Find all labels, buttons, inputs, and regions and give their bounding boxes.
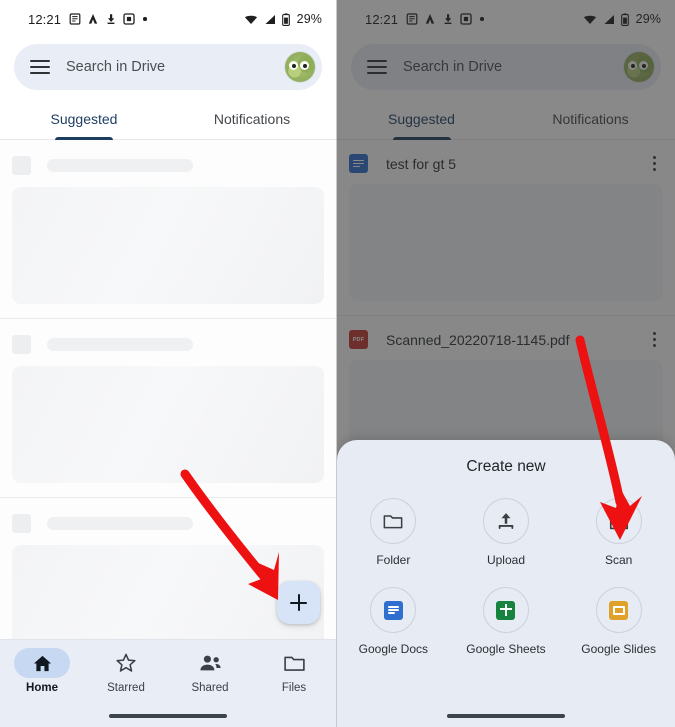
tab-notifications[interactable]: Notifications	[168, 98, 336, 139]
upload-icon	[498, 513, 514, 529]
right-phone-screen: 12:21	[337, 0, 675, 727]
list-item[interactable]	[0, 319, 336, 498]
nav-pill-shared	[182, 648, 238, 678]
nav-label-shared: Shared	[191, 682, 229, 694]
star-icon	[116, 653, 136, 672]
file-name-placeholder	[47, 159, 193, 172]
create-fab[interactable]	[277, 581, 320, 624]
google-sheets-icon	[496, 600, 516, 620]
scan-option-circle	[595, 498, 642, 544]
file-preview-placeholder	[12, 366, 324, 483]
search-bar[interactable]: Search in Drive	[14, 44, 322, 90]
google-docs-option-circle	[370, 587, 417, 633]
nav-pill-starred	[98, 648, 154, 678]
nav-label-home: Home	[26, 682, 58, 694]
folder-outline-icon	[383, 515, 403, 529]
screenshot-notification-icon	[123, 13, 135, 25]
file-name-placeholder	[47, 338, 193, 351]
create-option-label: Google Docs	[358, 642, 429, 656]
google-slides-option-circle	[595, 587, 642, 633]
left-phone-screen: 12:21 29% Search in Drive Suggested Noti…	[0, 0, 337, 727]
create-option-label: Folder	[376, 553, 411, 567]
tab-suggested[interactable]: Suggested	[0, 98, 168, 139]
create-option-label: Google Slides	[581, 642, 657, 656]
file-type-icon-placeholder	[12, 156, 31, 175]
home-icon	[33, 655, 51, 671]
create-option-folder[interactable]: Folder	[337, 498, 450, 567]
camera-scan-icon	[609, 513, 628, 529]
people-icon	[199, 655, 221, 671]
battery-percent: 29%	[296, 12, 322, 26]
create-option-upload[interactable]: Upload	[450, 498, 563, 567]
create-options-grid: Folder Upload Scan Google Docs Google Sh…	[337, 498, 675, 656]
status-bar: 12:21	[0, 0, 336, 38]
folder-icon	[283, 656, 305, 671]
create-option-google-sheets[interactable]: Google Sheets	[450, 587, 563, 656]
skeleton-header	[12, 156, 324, 175]
create-option-label: Upload	[486, 553, 525, 567]
nav-item-shared[interactable]: Shared	[168, 648, 252, 712]
google-slides-icon	[609, 600, 629, 620]
cellular-signal-icon	[264, 14, 276, 25]
file-type-icon-placeholder	[12, 335, 31, 354]
nav-label-starred: Starred	[107, 682, 145, 694]
hamburger-menu-icon[interactable]	[30, 60, 50, 74]
google-sheets-option-circle	[482, 587, 529, 633]
account-avatar[interactable]	[285, 52, 315, 82]
nav-item-files[interactable]: Files	[252, 648, 336, 712]
search-input[interactable]: Search in Drive	[66, 59, 285, 75]
create-option-label: Google Sheets	[466, 642, 546, 656]
notes-notification-icon	[69, 13, 81, 25]
tutorial-screenshot: 12:21 29% Search in Drive Suggested Noti…	[0, 0, 675, 727]
status-bar-left: 12:21	[28, 12, 147, 27]
skeleton-header	[12, 335, 324, 354]
skeleton-header	[12, 514, 324, 533]
create-option-google-docs[interactable]: Google Docs	[337, 587, 450, 656]
file-name-placeholder	[47, 517, 193, 530]
tab-bar: Suggested Notifications	[0, 98, 336, 140]
file-type-icon-placeholder	[12, 514, 31, 533]
upload-option-circle	[482, 498, 529, 544]
create-option-google-slides[interactable]: Google Slides	[562, 587, 675, 656]
gesture-navigation-bar[interactable]	[447, 714, 565, 718]
status-bar-right: 29%	[244, 12, 322, 26]
nav-label-files: Files	[281, 682, 307, 694]
create-new-sheet: Create new Folder Upload Scan Google Doc…	[337, 440, 675, 727]
google-docs-icon	[383, 600, 403, 620]
nav-item-home[interactable]: Home	[0, 648, 84, 712]
list-item[interactable]	[0, 140, 336, 319]
nav-pill-home	[14, 648, 70, 678]
gesture-navigation-bar[interactable]	[109, 714, 227, 718]
file-preview-placeholder	[12, 187, 324, 304]
battery-icon	[281, 12, 290, 26]
app-notification-icon	[87, 13, 99, 25]
search-area: Search in Drive	[0, 38, 336, 90]
status-clock: 12:21	[28, 11, 62, 27]
folder-option-circle	[370, 498, 417, 544]
overflow-dot-icon	[143, 17, 147, 21]
create-option-scan[interactable]: Scan	[562, 498, 675, 567]
download-notification-icon	[105, 13, 117, 25]
sheet-title: Create new	[466, 458, 546, 475]
wifi-icon	[244, 14, 258, 25]
plus-icon	[290, 594, 307, 611]
nav-item-starred[interactable]: Starred	[84, 648, 168, 712]
bottom-navigation-bar: Home Starred Shared Files	[0, 639, 336, 727]
create-option-label: Scan	[604, 553, 633, 567]
nav-pill-files	[266, 648, 322, 678]
